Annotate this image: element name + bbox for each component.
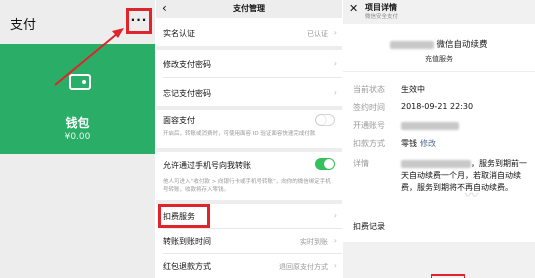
close-icon[interactable]: ✕ [349,2,358,15]
chevron-right-icon: › [333,28,337,37]
watermark-logo: 〰 [463,188,477,204]
verification-row[interactable]: 实名认证 已认证 › [156,18,342,46]
settings-navbar: ‹ 支付管理 [156,0,342,16]
face-pay-toggle[interactable] [315,114,335,126]
forgot-password-row[interactable]: 忘记支付密码 › [156,78,342,106]
field-key: 签约时间 [353,103,385,112]
deduction-records-label: 扣费记录 [353,222,385,231]
field-key: 详情 [353,159,369,168]
detail-heading-text: 微信自动续费 [436,40,488,50]
chevron-right-icon: › [333,211,337,220]
phone-transfer-note: 他人可进入“收付款 > 向银行卡或手机号转账”，向你的微信绑定手机号转账，收款将… [163,179,331,193]
chevron-right-icon: › [333,59,337,68]
chevron-right-icon: › [333,88,337,97]
field-value: 2018-09-21 22:30 [401,102,474,111]
annotation-arrow [54,28,124,86]
phone-transfer-row: 允许通过手机号向我转账 他人可进入“收付款 > 向银行卡或手机号转账”，向你的微… [156,152,342,200]
field-value: 生效中 [401,85,425,94]
change-password-row[interactable]: 修改支付密码 › [156,50,342,77]
field-key: 扣款方式 [353,139,385,148]
verification-label: 实名认证 [163,29,195,38]
detail-card: 微信自动续费 充值服务 当前状态 生效中 签约时间 2018-09-21 22:… [343,24,535,214]
annotation-mark [431,274,465,278]
verification-value: 已认证 [307,30,328,38]
chevron-right-icon: › [333,236,337,245]
field-value: 零钱 修改 [401,138,436,149]
transfer-time-value: 实时到账 [300,238,328,246]
transfer-time-row[interactable]: 转账到账时间 实时到账 › [156,229,342,253]
pay-screen: 支付 ··· 钱包 ¥0.00 [0,0,155,278]
phone-transfer-label: 允许通过手机号向我转账 [163,161,251,170]
modify-link[interactable]: 修改 [420,139,436,148]
red-packet-refund-label: 红包退款方式 [163,262,211,271]
field-key: 开通账号 [353,121,385,130]
forgot-password-label: 忘记支付密码 [163,89,211,98]
detail-subtitle: 微信安全支付 [365,14,399,20]
pay-management-screen: ‹ 支付管理 实名认证 已认证 › 修改支付密码 › 忘记支付密码 › 面容支付… [156,0,342,278]
deduction-service-highlight [158,204,210,228]
red-packet-refund-row[interactable]: 红包退款方式 退回原支付方式 › [156,254,342,278]
detail-heading: 微信自动续费 [343,38,535,50]
detail-divider [343,71,535,72]
phone-transfer-toggle[interactable] [315,158,335,170]
deduction-records-row[interactable]: 扣费记录 [343,212,535,242]
field-value [401,121,459,130]
transfer-time-label: 转账到账时间 [163,237,211,246]
redacted-text [401,121,459,130]
face-pay-row: 面容支付 开启后，转账或消费时，可使用面容 ID 验证面容快速完成付款 [156,110,342,148]
item-detail-screen: ✕ 项目详情 微信安全支付 微信自动续费 充值服务 当前状态 生效中 签约时间 … [343,0,535,278]
change-password-label: 修改支付密码 [163,60,211,69]
field-key: 当前状态 [353,85,385,94]
face-pay-note: 开启后，转账或消费时，可使用面容 ID 验证面容快速完成付款 [163,131,316,137]
payment-method-value: 零钱 [401,139,417,148]
red-packet-refund-value: 退回原支付方式 [279,263,328,271]
redacted-text [401,159,471,168]
detail-service: 充值服务 [425,55,453,63]
password-group: 修改支付密码 › 忘记支付密码 › [156,50,342,106]
redacted-text [390,40,435,49]
wallet-amount: ¥0.00 [64,132,91,142]
face-pay-label: 面容支付 [163,116,195,125]
settings-title: 支付管理 [233,4,265,13]
chevron-right-icon: › [333,261,337,270]
detail-navbar: ✕ 项目详情 微信安全支付 [343,0,535,20]
